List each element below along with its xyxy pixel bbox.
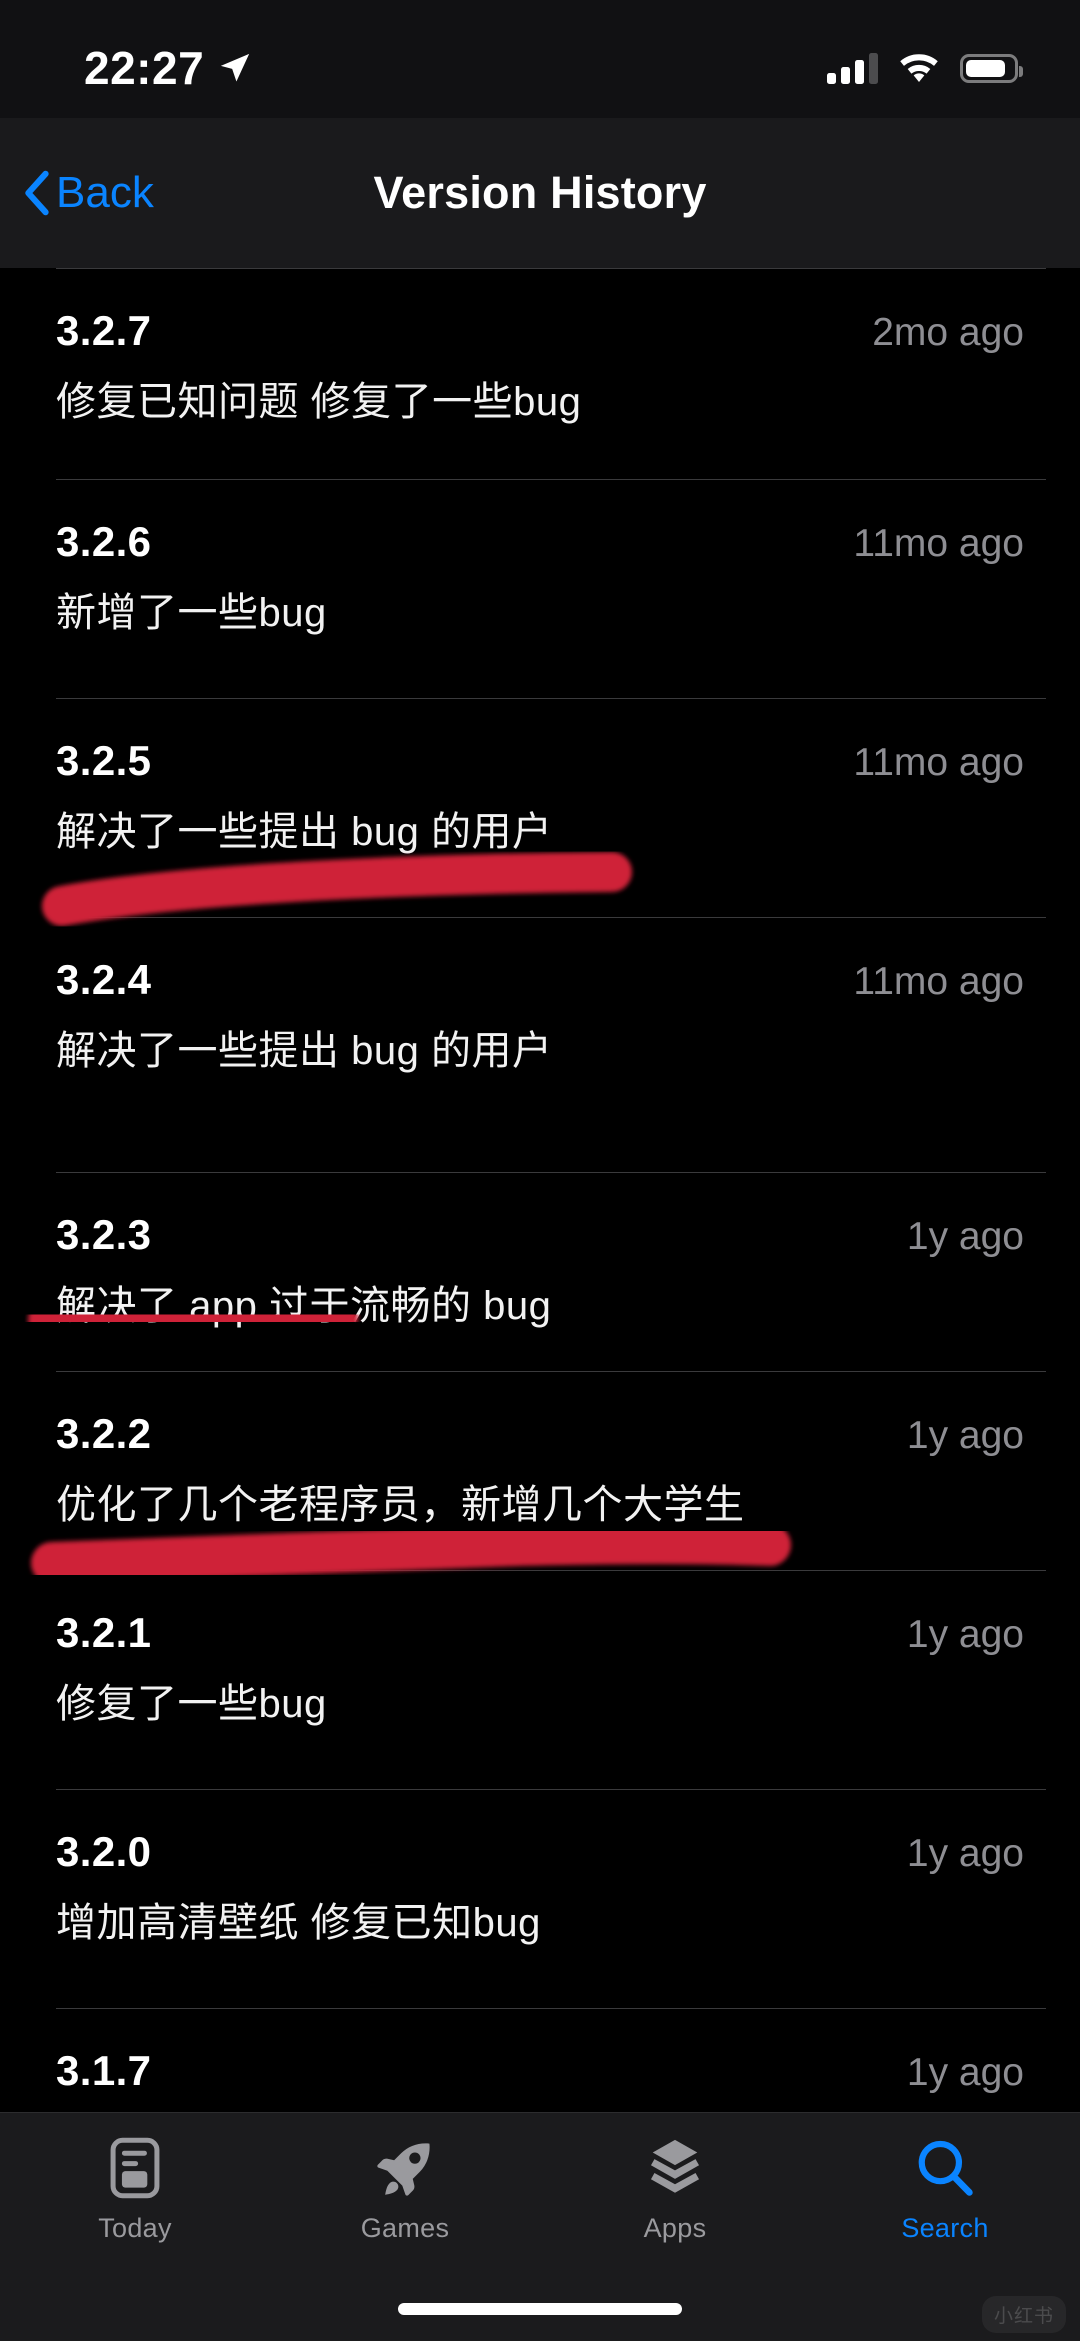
tab-games-label: Games — [360, 2213, 450, 2243]
cellular-signal-icon — [827, 52, 878, 84]
version-date: 1y ago — [906, 1613, 1024, 1656]
version-date: 2mo ago — [872, 311, 1024, 354]
version-number: 3.1.7 — [56, 2047, 152, 2094]
magnifier-icon — [914, 2137, 976, 2199]
row-header: 3.2.4 11mo ago — [56, 918, 1024, 1004]
row-header: 3.2.0 1y ago — [56, 1790, 1024, 1876]
version-number: 3.2.1 — [56, 1609, 152, 1656]
version-date: 11mo ago — [853, 960, 1024, 1003]
row-header: 3.2.5 11mo ago — [56, 699, 1024, 785]
today-newspaper-icon — [104, 2137, 166, 2199]
version-description: 修复了一些bug — [56, 1682, 327, 1726]
navigation-bar: Back Version History — [0, 118, 1080, 268]
version-description: 解决了 app 过于流畅的 bug — [56, 1284, 552, 1328]
tab-today[interactable]: Today — [0, 2113, 270, 2341]
stacked-layers-icon — [644, 2137, 706, 2199]
version-date: 11mo ago — [853, 522, 1024, 565]
table-row[interactable]: 3.2.4 11mo ago 解决了一些提出 bug 的用户 — [0, 918, 1080, 1172]
version-date: 11mo ago — [853, 741, 1024, 784]
row-header: 3.2.7 2mo ago — [56, 269, 1024, 355]
table-row[interactable]: 3.1.7 1y ago — [0, 2009, 1080, 2095]
table-row[interactable]: 3.2.2 1y ago 优化了几个老程序员，新增几个大学生 — [0, 1372, 1080, 1570]
version-description: 修复已知问题 修复了一些bug — [56, 380, 582, 424]
tab-today-label: Today — [98, 2213, 172, 2243]
status-bar-right — [827, 52, 1023, 84]
battery-icon — [960, 53, 1023, 83]
table-row[interactable]: 3.2.5 11mo ago 解决了一些提出 bug 的用户 — [0, 699, 1080, 917]
status-bar: 22:27 — [0, 0, 1080, 118]
rocket-icon — [374, 2137, 436, 2199]
table-row[interactable]: 3.2.7 2mo ago 修复已知问题 修复了一些bug — [0, 269, 1080, 479]
version-date: 1y ago — [906, 1832, 1024, 1875]
version-number: 3.2.6 — [56, 518, 152, 565]
table-row[interactable]: 3.2.3 1y ago 解决了 app 过于流畅的 bug — [0, 1173, 1080, 1371]
version-number: 3.2.0 — [56, 1828, 152, 1875]
version-description: 新增了一些bug — [56, 591, 327, 635]
status-bar-left: 22:27 — [84, 45, 252, 91]
version-date: 1y ago — [906, 1414, 1024, 1457]
page-title: Version History — [373, 167, 707, 218]
table-row[interactable]: 3.2.0 1y ago 增加高清壁纸 修复已知bug — [0, 1790, 1080, 2008]
version-number: 3.2.5 — [56, 737, 152, 784]
home-indicator — [398, 2303, 682, 2315]
row-header: 3.2.2 1y ago — [56, 1372, 1024, 1458]
row-header: 3.1.7 1y ago — [56, 2009, 1024, 2095]
row-header: 3.2.3 1y ago — [56, 1173, 1024, 1259]
wifi-icon — [898, 52, 940, 84]
status-bar-clock: 22:27 — [84, 42, 205, 94]
version-description: 解决了一些提出 bug 的用户 — [56, 1029, 553, 1073]
version-description: 增加高清壁纸 修复已知bug — [56, 1901, 541, 1945]
tab-apps-label: Apps — [643, 2213, 707, 2243]
app-watermark: 小红书 — [981, 2296, 1066, 2333]
location-arrow-icon — [218, 51, 252, 85]
tab-bar: Today Games Apps Search 小红书 — [0, 2112, 1080, 2341]
version-history-list[interactable]: 3.2.7 2mo ago 修复已知问题 修复了一些bug 3.2.6 11mo… — [0, 268, 1080, 2112]
tab-search-label: Search — [901, 2213, 989, 2243]
version-date: 1y ago — [906, 2051, 1024, 2094]
version-number: 3.2.4 — [56, 956, 152, 1003]
version-date: 1y ago — [906, 1215, 1024, 1258]
version-description: 优化了几个老程序员，新增几个大学生 — [56, 1483, 745, 1527]
table-row[interactable]: 3.2.1 1y ago 修复了一些bug — [0, 1571, 1080, 1789]
version-number: 3.2.2 — [56, 1410, 152, 1457]
version-number: 3.2.3 — [56, 1211, 152, 1258]
table-row[interactable]: 3.2.6 11mo ago 新增了一些bug — [0, 480, 1080, 698]
version-number: 3.2.7 — [56, 307, 152, 354]
row-header: 3.2.1 1y ago — [56, 1571, 1024, 1657]
version-description: 解决了一些提出 bug 的用户 — [56, 810, 553, 854]
row-header: 3.2.6 11mo ago — [56, 480, 1024, 566]
